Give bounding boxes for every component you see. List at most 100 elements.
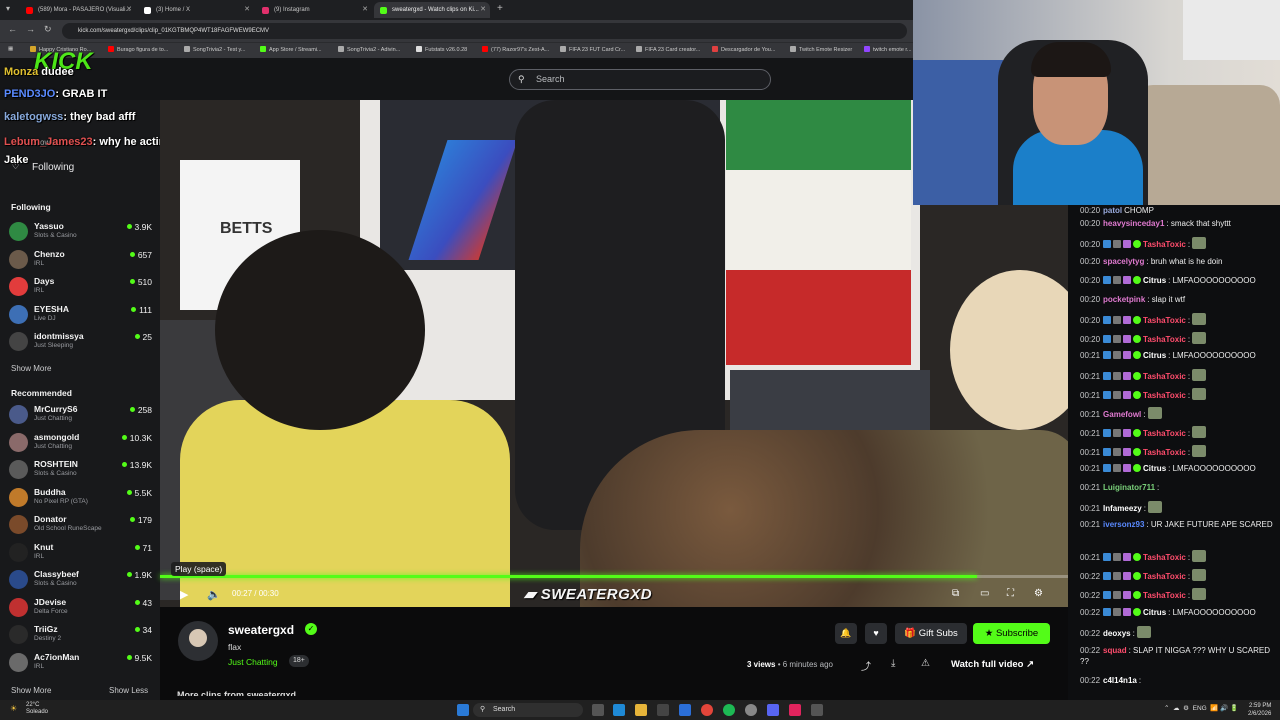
browser-tab[interactable]: (3) Home / X ✕	[138, 2, 254, 18]
chat-username: TashaToxic	[1143, 240, 1186, 249]
chat-text: :	[1143, 504, 1146, 513]
sidebar-channel[interactable]: Yassuo Slots & Casino 3.9K	[9, 220, 152, 244]
task-view-icon[interactable]	[592, 704, 604, 716]
bookmark-item[interactable]: SongTrivia2 - Test y...	[184, 46, 245, 53]
badge-icon	[1123, 553, 1132, 561]
sidebar-channel[interactable]: idontmissya Just Sleeping 25	[9, 330, 152, 354]
sidebar-channel[interactable]: Donator Old School RuneScape 179	[9, 513, 152, 537]
fullscreen-icon[interactable]: ⛶	[1007, 588, 1014, 599]
windows-start-icon[interactable]	[457, 704, 469, 716]
bookmark-item[interactable]: Futstats v26.0.28	[416, 46, 467, 53]
avatar[interactable]	[178, 621, 218, 661]
badge-icon	[1113, 276, 1122, 284]
bookmark-item[interactable]: Burago figura de to...	[108, 46, 168, 53]
mail-icon[interactable]	[679, 704, 691, 716]
channel-name: JDevise	[34, 596, 67, 607]
obs-icon[interactable]	[745, 704, 757, 716]
sidebar-channel[interactable]: JDevise Delta Force 43	[9, 596, 152, 620]
bookmark-item[interactable]: twitch emote r...	[864, 46, 912, 53]
sidebar-channel[interactable]: Days IRL 510	[9, 275, 152, 299]
settings-icon[interactable]: ⚙	[1034, 588, 1043, 599]
browser-tab[interactable]: (589) Mora - PASAJERO (Visuali... ✕	[20, 2, 136, 18]
close-tab-icon[interactable]: ✕	[244, 2, 250, 18]
show-more-following[interactable]: Show More	[11, 364, 51, 373]
discord-icon[interactable]	[767, 704, 779, 716]
chat-text: : LMFAOOOOOOOOOO	[1168, 608, 1256, 617]
apps-icon[interactable]: ▦	[8, 46, 13, 52]
webcam-overlay	[913, 0, 1280, 205]
category-link[interactable]: Just Chatting	[228, 657, 278, 667]
sidebar-channel[interactable]: Knut IRL 71	[9, 541, 152, 565]
close-tab-icon[interactable]: ✕	[480, 2, 486, 18]
bookmark-item[interactable]: Descargador de You...	[712, 46, 775, 53]
sidebar-channel[interactable]: ROSHTEIN Slots & Casino 13.9K	[9, 458, 152, 482]
badge-icon	[1103, 429, 1112, 437]
chat-username: Luiginator711	[1103, 483, 1156, 492]
browser-tab-active[interactable]: sweatergxd - Watch clips on Ki... ✕	[374, 2, 490, 18]
pip-icon[interactable]: ⧉	[952, 588, 959, 599]
chat-text: :	[1187, 591, 1191, 600]
app-icon[interactable]	[811, 704, 823, 716]
search-input[interactable]: ⚲ Search	[509, 69, 771, 90]
volume-icon[interactable]: 🔈	[207, 588, 221, 601]
sidebar-channel[interactable]: Chenzo IRL 657	[9, 248, 152, 272]
chat-message: 00:20 TashaToxic:	[1080, 313, 1275, 326]
share-icon[interactable]: ⤴	[861, 658, 871, 673]
music-icon[interactable]	[789, 704, 801, 716]
watch-full-video-link[interactable]: Watch full video ↗	[951, 659, 1034, 670]
url-field[interactable]: kick.com/sweatergxd/clips/clip_01KGTBMQP…	[62, 23, 907, 39]
sidebar-channel[interactable]: Buddha No Pixel RP (GTA) 5.5K	[9, 486, 152, 510]
file-explorer-icon[interactable]	[635, 704, 647, 716]
bookmark-item[interactable]: (77) Razor97's Zest-A...	[482, 46, 549, 53]
chat-username: Citrus	[1143, 276, 1167, 285]
forward-icon[interactable]: →	[26, 24, 35, 34]
chat-username: iversonz93	[1103, 520, 1145, 529]
close-tab-icon[interactable]: ✕	[126, 2, 132, 18]
close-tab-icon[interactable]: ✕	[362, 2, 368, 18]
edge-icon[interactable]	[613, 704, 625, 716]
bookmark-item[interactable]: SongTrivia2 - Adivin...	[338, 46, 400, 53]
sidebar-channel[interactable]: Classybeef Slots & Casino 1.9K	[9, 568, 152, 592]
theater-icon[interactable]: ▭	[980, 588, 989, 599]
bookmark-item[interactable]: Twitch Emote Resizer	[790, 46, 852, 53]
spotify-icon[interactable]	[723, 704, 735, 716]
tab-list-icon[interactable]: ▾	[6, 4, 10, 13]
sidebar-channel[interactable]: Ac7ionMan IRL 9.5K	[9, 651, 152, 675]
chat-text: :	[1187, 335, 1191, 344]
store-icon[interactable]	[657, 704, 669, 716]
sidebar-channel[interactable]: MrCurryS6 Just Chatting 258	[9, 403, 152, 427]
bell-icon[interactable]: 🔔	[835, 623, 857, 644]
bookmark-item[interactable]: FIFA 23 Card creator...	[636, 46, 700, 53]
chat-message: 00:21 iversonz93: UR JAKE FUTURE APE SCAR…	[1080, 519, 1275, 530]
back-icon[interactable]: ←	[8, 24, 17, 34]
progress-bar[interactable]	[160, 575, 1068, 578]
play-icon[interactable]: ▶	[180, 588, 188, 601]
show-more-recommended[interactable]: Show More	[11, 686, 51, 695]
badge-icon	[1103, 240, 1112, 248]
report-icon[interactable]: ⚠	[921, 658, 930, 669]
clock[interactable]: 2:59 PM 2/6/2026	[1248, 702, 1271, 718]
weather-widget[interactable]: 22°C Soleado	[26, 702, 48, 716]
subscribe-button[interactable]: ★ Subscribe	[973, 623, 1050, 644]
download-icon[interactable]: ⤓	[891, 658, 895, 669]
reload-icon[interactable]: ↻	[44, 24, 52, 35]
heart-icon[interactable]: ♥	[865, 623, 887, 644]
new-tab-icon[interactable]: +	[497, 3, 503, 14]
chat-timestamp: 00:20	[1080, 295, 1101, 304]
show-less[interactable]: Show Less	[109, 686, 148, 695]
browser-tab[interactable]: (9) Instagram ✕	[256, 2, 372, 18]
system-tray[interactable]: ⌃ ☁ ⚙ ENG 📶 🔊 🔋	[1164, 704, 1238, 712]
avatar	[9, 570, 28, 589]
sidebar-channel[interactable]: EYESHA Live DJ 111	[9, 303, 152, 327]
sidebar-channel[interactable]: TriiGz Destiny 2 34	[9, 623, 152, 647]
gift-subs-button[interactable]: 🎁 Gift Subs	[895, 623, 967, 644]
chat-username: TashaToxic	[1143, 553, 1186, 562]
sidebar-channel[interactable]: asmongold Just Chatting 10.3K	[9, 431, 152, 455]
chat-message: 00:20 heavysinceday1: smack that shyttt	[1080, 218, 1275, 229]
channel-category: IRL	[34, 259, 45, 267]
chrome-icon[interactable]	[701, 704, 713, 716]
taskbar-search[interactable]: ⚲ Search	[473, 703, 583, 717]
bookmark-item[interactable]: FIFA 23 FUT Card Cr...	[560, 46, 625, 53]
channel-name[interactable]: sweatergxd	[228, 623, 294, 637]
bookmark-item[interactable]: App Store / Streami...	[260, 46, 322, 53]
